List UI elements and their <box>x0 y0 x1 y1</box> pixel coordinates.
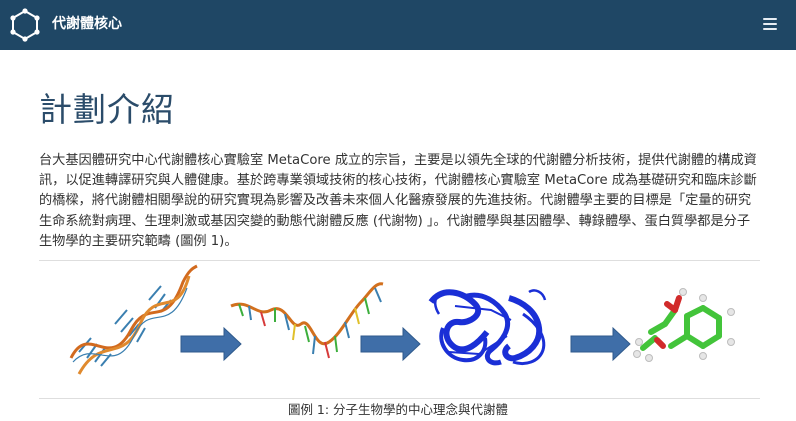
right-arrow-icon <box>360 326 421 362</box>
right-arrow-icon <box>180 326 242 362</box>
protein-structure-image <box>428 289 547 366</box>
right-arrow-icon <box>570 326 631 362</box>
top-navbar: 代謝體核心 <box>0 0 796 50</box>
central-dogma-figure <box>39 262 760 396</box>
intro-paragraph: 台大基因體研究中心代謝體核心實驗室 MetaCore 成立的宗旨，主要是以領先全… <box>39 153 757 249</box>
figure-caption: 圖例 1: 分子生物學的中心理念與代謝體 <box>287 402 509 417</box>
brand-title[interactable]: 代謝體核心 <box>52 15 122 33</box>
menu-bar <box>763 18 777 20</box>
hexagon-molecule-icon[interactable] <box>9 8 41 42</box>
figure-bottom-divider <box>39 398 760 399</box>
figure-top-divider <box>39 260 760 261</box>
dna-double-helix-image <box>69 264 198 375</box>
menu-bar <box>763 28 777 30</box>
menu-bar <box>763 23 777 25</box>
hamburger-menu-icon[interactable] <box>762 16 778 32</box>
page-title: 計劃介紹 <box>39 90 175 129</box>
metabolite-molecule-image <box>633 288 735 362</box>
rna-strand-image <box>230 282 384 359</box>
